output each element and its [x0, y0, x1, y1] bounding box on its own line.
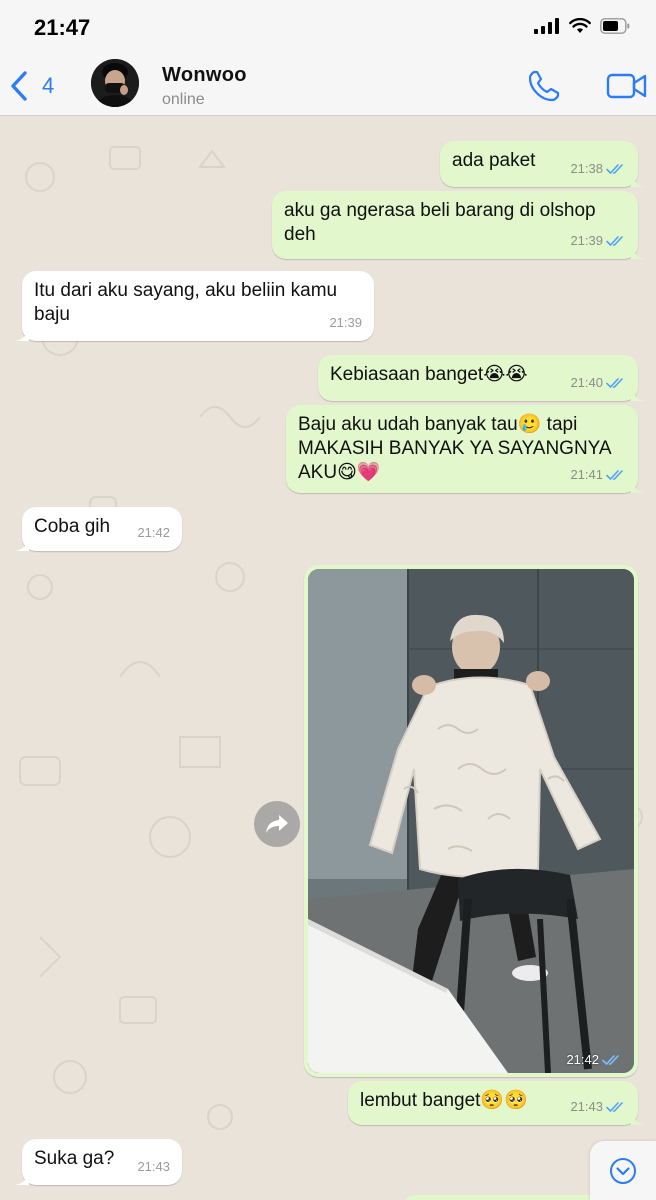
- video-camera-icon: [606, 73, 647, 99]
- forward-button[interactable]: [254, 801, 300, 847]
- bubble-tail: [15, 1171, 29, 1185]
- message-time: 21:38: [570, 161, 603, 176]
- status-time: 21:47: [34, 15, 91, 40]
- message-bubble-incoming[interactable]: Itu dari aku sayang, aku beliin kamu baj…: [15, 271, 374, 341]
- message-time: 21:42: [137, 525, 170, 540]
- unread-count: 4: [42, 73, 55, 98]
- message-bubble-outgoing[interactable]: lembut banget🥺🥺 21:43: [348, 1081, 645, 1125]
- photo-message-outgoing[interactable]: 21:42: [304, 565, 638, 1077]
- read-ticks-icon: [602, 1054, 619, 1065]
- bubble-tail: [631, 1111, 645, 1125]
- message-meta: 21:43: [570, 1095, 626, 1119]
- message-time: 21:39: [570, 233, 603, 248]
- chevron-left-icon: [11, 71, 27, 101]
- photo-content: [308, 569, 634, 1073]
- message-bubble-outgoing[interactable]: Kebiasaan banget😭😭 21:40: [318, 355, 645, 401]
- status-bar: 21:47: [0, 0, 656, 58]
- message-time: 21:42: [566, 1052, 599, 1067]
- phone-icon: [528, 70, 560, 102]
- read-ticks-icon: [606, 470, 623, 481]
- forward-arrow-icon: [266, 815, 288, 833]
- bubble-tail: [631, 173, 645, 187]
- message-time: 21:40: [570, 375, 603, 390]
- voice-call-button[interactable]: [526, 68, 562, 104]
- message-bubble-outgoing[interactable]: aku ga ngerasa beli barang di olshop deh…: [272, 191, 645, 259]
- battery-icon: [600, 18, 630, 34]
- video-call-button[interactable]: [606, 71, 648, 101]
- status-icons: [534, 18, 630, 34]
- bubble-tail: [631, 387, 645, 401]
- read-ticks-icon: [606, 164, 623, 175]
- bubble-tail: [15, 327, 29, 341]
- read-ticks-icon: [606, 378, 623, 389]
- message-time: 21:43: [137, 1159, 170, 1174]
- message-bubble-outgoing[interactable]: ada paket 21:38: [440, 141, 645, 187]
- chat-area[interactable]: ada paket 21:38 aku ga ngerasa beli bara…: [0, 117, 656, 1200]
- photo-image[interactable]: 21:42: [308, 569, 634, 1073]
- message-meta: 21:38: [570, 157, 626, 181]
- message-meta: 21:43: [137, 1155, 170, 1179]
- avatar-image: [91, 59, 139, 107]
- contact-status: online: [162, 91, 205, 108]
- scroll-to-bottom-button[interactable]: [590, 1141, 656, 1200]
- message-text: Itu dari aku sayang, aku beliin kamu baj…: [34, 280, 343, 325]
- message-bubble-incoming[interactable]: Suka ga? 21:43: [15, 1139, 182, 1185]
- message-meta: 21:40: [570, 371, 626, 395]
- message-bubble-incoming[interactable]: Coba gih 21:42: [15, 507, 182, 551]
- message-meta: 21:39: [570, 229, 626, 253]
- chevron-down-circle-icon: [610, 1158, 636, 1184]
- message-time: 21:41: [570, 467, 603, 482]
- wifi-icon: [569, 18, 591, 33]
- read-ticks-icon: [606, 1102, 623, 1113]
- message-meta: 21:42: [137, 521, 170, 545]
- back-button[interactable]: 4: [10, 66, 54, 106]
- bubble-tail: [15, 537, 29, 551]
- message-bubble-outgoing[interactable]: Baju aku udah banyak tau🥲 tapi MAKASIH B…: [286, 405, 645, 493]
- bubble-tail: [631, 245, 645, 259]
- message-time: 21:39: [329, 315, 362, 330]
- message-meta: 21:42: [566, 1052, 622, 1067]
- bubble-tail: [631, 479, 645, 493]
- cellular-signal-icon: [534, 18, 559, 34]
- message-time: 21:43: [570, 1099, 603, 1114]
- chat-header: 4 Wonwoo online: [0, 58, 656, 116]
- contact-name[interactable]: Wonwoo: [162, 64, 247, 87]
- message-meta: 21:39: [329, 311, 362, 335]
- message-meta: 21:41: [570, 463, 626, 487]
- read-ticks-icon: [606, 236, 623, 247]
- avatar[interactable]: [91, 59, 139, 107]
